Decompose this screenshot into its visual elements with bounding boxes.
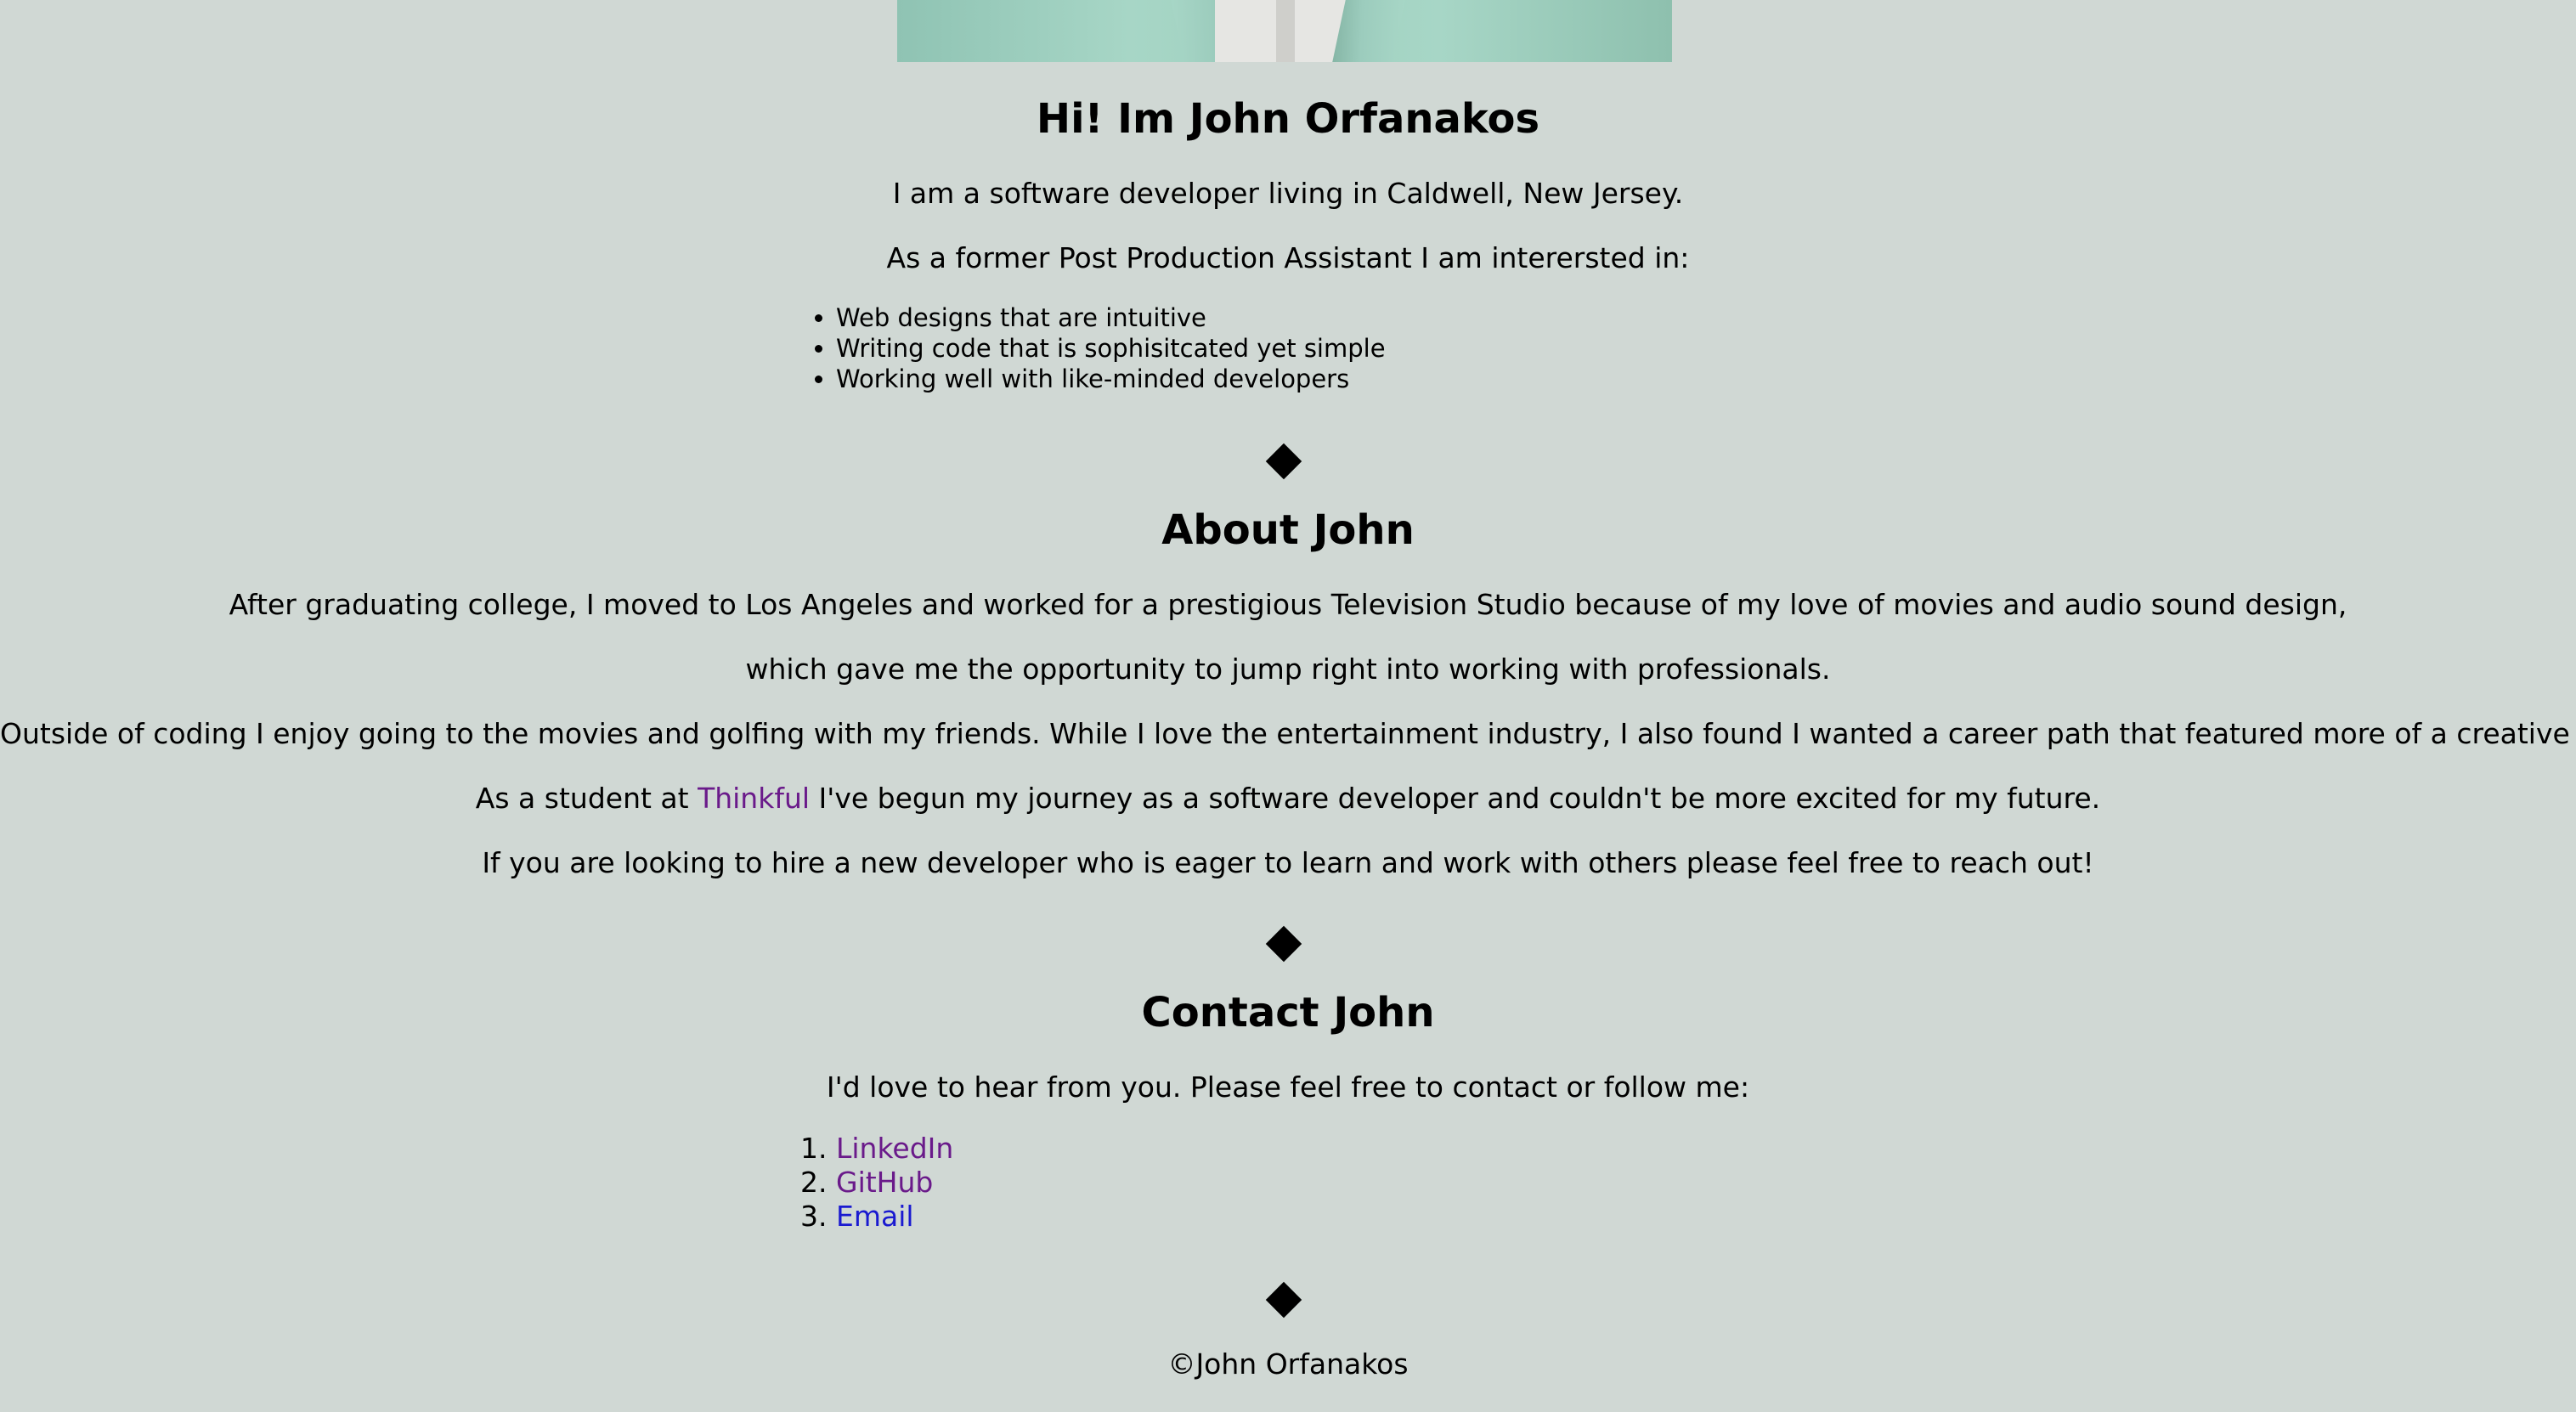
interest-lead: As a former Post Production Assistant I … (886, 241, 1690, 274)
list-item: Working well with like-minded developers (836, 364, 1386, 394)
section-divider-diamond (1265, 443, 1302, 480)
profile-photo (897, 0, 1672, 62)
contact-links-list: LinkedIn GitHub Email (805, 1132, 953, 1234)
about-paragraph: Outside of coding I enjoy going to the m… (0, 717, 2576, 750)
about-paragraph: If you are looking to hire a new develop… (482, 846, 2094, 879)
contact-lead: I'd love to hear from you. Please feel f… (826, 1070, 1750, 1104)
portfolio-page: Hi! Im John Orfanakos I am a software de… (0, 0, 2576, 1412)
footer-copyright: ©John Orfanakos (1167, 1347, 1409, 1381)
list-item: GitHub (836, 1166, 953, 1200)
contact-title: Contact John (1141, 989, 1435, 1036)
list-item: Email (836, 1200, 953, 1234)
student-paragraph: As a student at Thinkful I've begun my j… (0, 782, 2576, 816)
interests-list: Web designs that are intuitive Writing c… (805, 302, 1386, 394)
list-item: Writing code that is sophisitcated yet s… (836, 333, 1386, 364)
list-item: Web designs that are intuitive (836, 302, 1386, 333)
section-divider-diamond (1265, 1281, 1302, 1319)
about-paragraph: After graduating college, I moved to Los… (229, 588, 2347, 621)
photo-shirt-placket (1276, 0, 1295, 62)
linkedin-link[interactable]: LinkedIn (836, 1132, 953, 1165)
section-divider-diamond (1265, 925, 1302, 963)
student-text-before: As a student at (475, 782, 698, 815)
thinkful-link[interactable]: Thinkful (698, 782, 810, 815)
github-link[interactable]: GitHub (836, 1166, 933, 1199)
about-paragraph: which gave me the opportunity to jump ri… (745, 652, 1831, 686)
hero-title: Hi! Im John Orfanakos (1036, 95, 1540, 143)
photo-jacket-lapel-right (1332, 0, 1405, 62)
about-title: About John (1161, 506, 1415, 554)
intro-text: I am a software developer living in Cald… (892, 177, 1684, 210)
student-text-after: I've begun my journey as a software deve… (810, 782, 2101, 815)
email-link[interactable]: Email (836, 1200, 914, 1233)
list-item: LinkedIn (836, 1132, 953, 1166)
